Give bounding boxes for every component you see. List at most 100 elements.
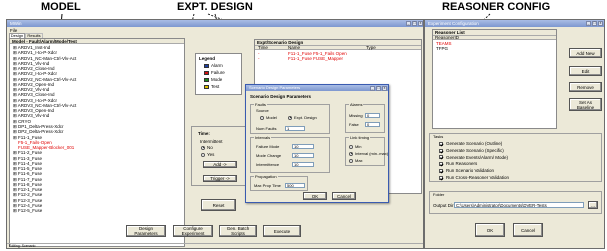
legend-swatch: [204, 77, 209, 82]
output-dir-input[interactable]: C:\Users\Administrator\Documents\DVER-Te…: [454, 202, 584, 208]
trigger-button[interactable]: Trigger ->: [203, 175, 237, 182]
intermittent-yes-radio[interactable]: Yes: [201, 152, 214, 157]
tree-item-label: ARDV2_NC-Man-Ctrl-Vlv-Act: [17, 76, 77, 82]
radio-min-label: Min: [355, 144, 362, 149]
browse-button[interactable]: ...: [588, 201, 598, 209]
link-max-radio[interactable]: Max: [349, 158, 363, 163]
intermittent-no-radio[interactable]: No: [201, 145, 213, 150]
task-label: Run Reasoners: [446, 161, 478, 167]
reasoner-id-header[interactable]: ReasonerID: [433, 35, 556, 40]
edit-button[interactable]: Edit: [569, 66, 602, 76]
config-close-button[interactable]: x: [598, 21, 603, 26]
source-expt-radio[interactable]: Expt. Design: [288, 115, 317, 120]
col-time[interactable]: Time: [258, 45, 268, 50]
output-dir-label: Output Dir: [433, 203, 454, 208]
mode-change-label: Mode Change: [256, 153, 282, 158]
intervals-group: Intervals Failure Mode 10 Mode Change 10…: [250, 135, 330, 173]
close-button[interactable]: x: [418, 21, 423, 26]
link-interval-radio[interactable]: Interval (min..max): [349, 151, 388, 156]
tree-header: Model - Fault/Alarm/Mode/Test: [10, 39, 184, 44]
radio-yes-indicator: [201, 152, 205, 157]
reset-button[interactable]: Reset: [201, 199, 236, 211]
config-minimize-button[interactable]: _: [586, 21, 591, 26]
tree-item-label: F11-4_Fuse: [18, 160, 42, 166]
task-checkbox-row[interactable]: Generate Scenario (Outline): [439, 141, 509, 148]
mode-change-input[interactable]: 10: [292, 153, 314, 158]
design-parameters-button[interactable]: Design Parameters: [126, 225, 166, 237]
params-ok-button[interactable]: OK: [303, 192, 327, 200]
config-cancel-button[interactable]: Cancel: [513, 223, 543, 237]
tree-item-label: F12-4_Fuse: [18, 202, 43, 208]
configure-experiment-button[interactable]: Configure Experiment: [173, 225, 213, 237]
config-title-bar: Experiment Configuration: [425, 20, 604, 27]
gen-batch-scripts-button[interactable]: Gen. Batch Scripts: [219, 225, 257, 237]
intermittent-label: Intermittent: [200, 139, 223, 144]
tree-item-label: ARDV3_Vlv-Ind: [17, 113, 50, 119]
col-type[interactable]: Type: [366, 45, 376, 50]
task-label: Run Scenario Validation: [446, 168, 494, 174]
status-bar: Editing: Scenario: [7, 243, 423, 248]
reasoner-item-tfpg[interactable]: TFPG: [436, 46, 448, 51]
tree-item-label: ARDV2_Open-Ind: [17, 81, 55, 87]
main-title-bar: MWin: [7, 20, 423, 27]
intervals-group-label: Intervals: [254, 135, 272, 140]
radio-model-indicator: [260, 115, 264, 120]
task-checkbox-row[interactable]: Generate Scenario (Specific): [439, 148, 509, 155]
task-checkbox-row[interactable]: Generate Events/Alarm/ Mode): [439, 155, 509, 162]
task-checkbox[interactable]: [439, 141, 443, 146]
radio-no-label: No: [207, 145, 213, 150]
task-label: Generate Scenario (Outline): [446, 141, 503, 146]
alarms-group: Alarms Missing 0 False 0: [345, 102, 385, 133]
tree-item-label: F12-3_Fuse: [18, 197, 43, 203]
minimize-button[interactable]: _: [406, 21, 411, 26]
task-checkbox-row[interactable]: Run Reasoners: [439, 161, 509, 168]
tasks-list: Generate Scenario (Outline) Generate Scen…: [439, 141, 509, 182]
false-input[interactable]: 0: [365, 122, 380, 127]
radio-yes-label: Yes: [207, 152, 215, 157]
params-minimize-button[interactable]: _: [370, 85, 375, 91]
col-name[interactable]: Name: [288, 45, 300, 50]
folder-group: Folder Output Dir C:\Users\Administrator…: [429, 191, 602, 214]
failure-mode-input[interactable]: 10: [292, 144, 314, 149]
task-checkbox-row[interactable]: Run Cross-Reasoner Validation: [439, 175, 509, 182]
add-button[interactable]: Add ->: [203, 161, 237, 168]
execute-button[interactable]: Execute: [263, 225, 301, 237]
tree-item-label: ARDV3_Close-Ind: [17, 92, 55, 98]
legend-label: Test: [211, 84, 220, 89]
scenario-row-2-time: -: [258, 56, 260, 61]
maximize-button[interactable]: □: [412, 21, 417, 26]
params-maximize-button[interactable]: □: [376, 85, 381, 91]
config-maximize-button[interactable]: □: [592, 21, 597, 26]
tree-item-label: ARDV1_Vlv-Ind: [17, 60, 50, 66]
set-as-baseline-button[interactable]: Set As Baseline: [569, 98, 602, 111]
intermittence-input[interactable]: 10: [292, 162, 314, 167]
remove-button[interactable]: Remove: [569, 82, 602, 92]
max-prop-time-input[interactable]: 500: [285, 183, 305, 188]
task-label: Generate Scenario (Specific): [446, 147, 504, 153]
tree-item-label: ARDV2_I-to-P-Xdcr: [17, 71, 58, 77]
add-new-button[interactable]: Add New: [569, 48, 602, 58]
num-faults-input[interactable]: 1: [285, 126, 305, 131]
legend-item: Test: [204, 83, 225, 90]
task-checkbox[interactable]: [439, 155, 443, 160]
source-model-radio[interactable]: Model: [260, 115, 277, 120]
tree-item[interactable]: ⊞ F12-5_Fuse: [13, 208, 183, 213]
params-close-button[interactable]: x: [382, 85, 387, 91]
missing-label: Missing: [349, 113, 363, 118]
config-ok-button[interactable]: OK: [475, 223, 505, 237]
tree-item-label: F5-1_Fails-Open: [18, 139, 52, 145]
faults-group: Faults Source Model Expt. Design Num Fau…: [250, 102, 330, 134]
task-checkbox[interactable]: [439, 148, 443, 153]
tree-item-label: CRYO: [18, 118, 31, 124]
scenario-row-2-name[interactable]: F11-1_Fuse FUSE_Mapper: [288, 56, 343, 61]
task-checkbox[interactable]: [439, 162, 443, 167]
missing-input[interactable]: 0: [365, 113, 380, 118]
params-cancel-button[interactable]: Cancel: [332, 192, 356, 200]
task-checkbox-row[interactable]: Run Scenario Validation: [439, 168, 509, 175]
num-faults-label: Num Faults: [256, 126, 277, 131]
failure-mode-label: Failure Mode: [256, 144, 280, 149]
alarms-group-label: Alarms: [349, 102, 364, 107]
task-checkbox[interactable]: [439, 175, 443, 180]
task-checkbox[interactable]: [439, 169, 443, 173]
link-min-radio[interactable]: Min: [349, 144, 361, 149]
